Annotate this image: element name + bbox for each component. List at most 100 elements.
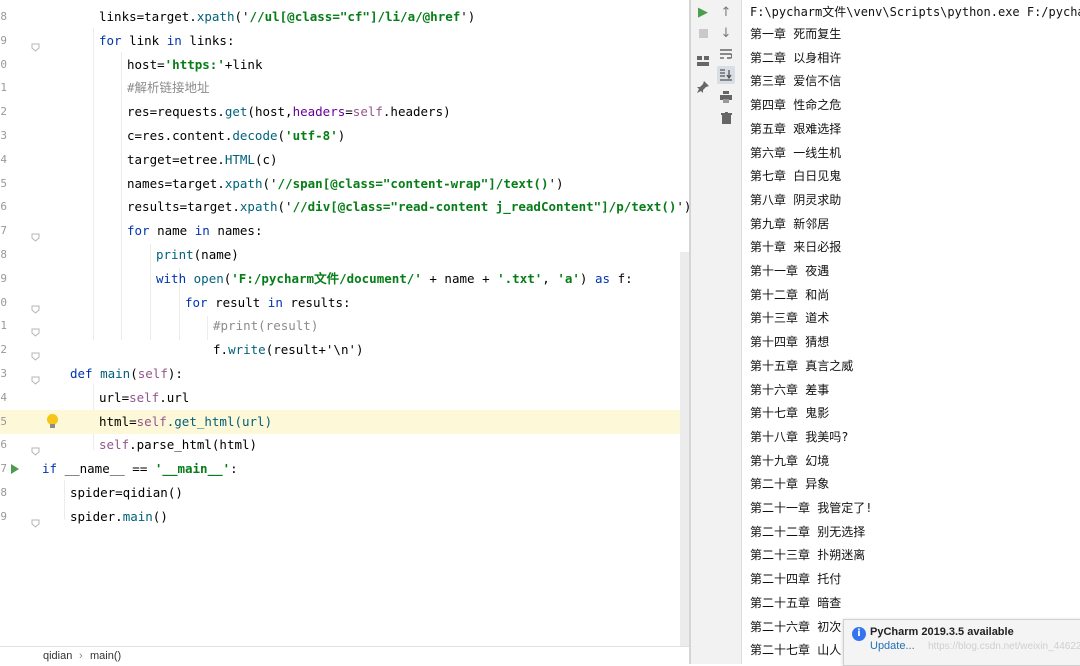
code-line[interactable]: 3 def main(self): xyxy=(0,362,689,386)
update-notification[interactable]: i PyCharm 2019.3.5 available Update... h… xyxy=(843,619,1080,666)
code-line[interactable]: 4 url=self.url xyxy=(0,386,689,410)
lightbulb-icon[interactable] xyxy=(47,413,58,429)
code-line[interactable]: 1 #解析链接地址 xyxy=(0,76,689,100)
code-line[interactable]: 3 c=res.content.decode('utf-8') xyxy=(0,124,689,148)
fold-marker-icon[interactable] xyxy=(31,36,40,52)
code-text[interactable]: for name in names: xyxy=(127,219,262,243)
code-text[interactable]: target=etree.HTML(c) xyxy=(127,148,278,172)
fold-marker-icon[interactable] xyxy=(31,298,40,314)
code-text[interactable]: names=target.xpath('//span[@class="conte… xyxy=(127,172,564,196)
run-console[interactable]: F:\pycharm文件\venv\Scripts\python.exe F:/… xyxy=(742,0,1080,664)
pin-icon[interactable] xyxy=(694,78,712,96)
code-token: for xyxy=(127,223,158,239)
editor-scrollbar[interactable] xyxy=(680,252,689,652)
code-text[interactable]: spider=qidian() xyxy=(70,481,183,505)
code-line[interactable]: 7 if __name__ == '__main__': xyxy=(0,457,689,481)
code-line[interactable]: 1 #print(result) xyxy=(0,314,689,338)
code-token: .url xyxy=(159,389,190,405)
code-line[interactable]: 2 f.write(result+'\n') xyxy=(0,338,689,362)
layout-icon[interactable] xyxy=(694,52,712,70)
code-token: xpath xyxy=(224,175,263,191)
fold-marker-icon[interactable] xyxy=(31,226,40,242)
code-text[interactable]: url=self.url xyxy=(99,386,189,410)
scroll-to-end-icon[interactable] xyxy=(717,66,735,84)
code-text[interactable]: def main(self): xyxy=(70,362,183,386)
code-text[interactable]: res=requests.get(host,headers=self.heade… xyxy=(127,100,451,124)
code-token: (' xyxy=(234,9,250,24)
line-number: 3 xyxy=(0,367,7,380)
info-icon: i xyxy=(852,627,866,641)
update-link[interactable]: Update... xyxy=(870,640,915,652)
code-text[interactable]: c=res.content.decode('utf-8') xyxy=(127,124,345,148)
console-output-line: 第二十五章 暗查 xyxy=(750,595,842,610)
fold-marker-icon[interactable] xyxy=(31,345,40,361)
fold-marker-icon[interactable] xyxy=(31,321,40,338)
code-text[interactable]: links=target.xpath('//ul[@class="cf"]/li… xyxy=(99,5,475,29)
code-line[interactable]: 5 names=target.xpath('//span[@class="cont… xyxy=(0,172,689,196)
soft-wrap-icon[interactable] xyxy=(717,45,735,63)
code-line[interactable]: 2 res=requests.get(host,headers=self.head… xyxy=(0,100,689,124)
code-token: self xyxy=(129,389,160,405)
code-line[interactable]: 6 results=target.xpath('//div[@class="rea… xyxy=(0,195,689,219)
trash-glyph xyxy=(720,112,732,124)
code-token: (c) xyxy=(254,151,278,167)
code-line[interactable]: 4 target=etree.HTML(c) xyxy=(0,148,689,172)
code-editor[interactable]: 8 links=target.xpath('//ul[@class="cf"]/l… xyxy=(0,0,689,664)
up-arrow-icon[interactable]: ↑ xyxy=(717,3,735,21)
down-arrow-icon[interactable]: ↓ xyxy=(717,24,735,42)
trash-icon[interactable] xyxy=(717,109,735,127)
line-number: 3 xyxy=(0,129,7,142)
code-text[interactable]: #print(result) xyxy=(213,314,318,338)
code-line[interactable]: 7 for name in names: xyxy=(0,219,689,243)
code-text[interactable]: with open('F:/pycharm文件/document/' + nam… xyxy=(156,267,633,291)
code-token: ') xyxy=(548,175,564,191)
code-text[interactable]: print(name) xyxy=(156,243,239,267)
code-token: self xyxy=(352,104,383,120)
run-icon[interactable]: ▶ xyxy=(694,3,712,21)
fold-marker-icon[interactable] xyxy=(31,440,40,457)
code-token: def xyxy=(70,366,101,381)
line-number: 4 xyxy=(0,390,7,404)
code-text[interactable]: #解析链接地址 xyxy=(127,76,210,100)
code-text[interactable]: for link in links: xyxy=(99,29,234,53)
code-token: (' xyxy=(277,199,293,215)
fold-marker-icon[interactable] xyxy=(31,512,40,528)
code-token: HTML xyxy=(224,151,255,167)
code-line[interactable]: 8 links=target.xpath('//ul[@class="cf"]/l… xyxy=(0,5,689,29)
code-token: if xyxy=(42,461,65,477)
code-line[interactable]: 0 for result in results: xyxy=(0,291,689,315)
run-gutter-icon[interactable] xyxy=(11,464,19,475)
code-line[interactable]: 8 print(name) xyxy=(0,243,689,267)
line-number: 6 xyxy=(0,200,7,214)
console-output-line: 第二章 以身相许 xyxy=(750,50,842,65)
code-line[interactable]: 8 spider=qidian() xyxy=(0,481,689,505)
code-token: ): xyxy=(167,366,183,381)
code-line[interactable]: 9 with open('F:/pycharm文件/document/' + na… xyxy=(0,267,689,291)
code-text[interactable]: self.parse_html(html) xyxy=(99,433,257,457)
code-text[interactable]: spider.main() xyxy=(70,505,168,529)
code-line[interactable]: 0 host='https:'+link xyxy=(0,53,689,77)
code-line[interactable]: 9 for link in links: xyxy=(0,29,689,53)
console-command-line: F:\pycharm文件\venv\Scripts\python.exe F:/… xyxy=(750,5,1080,19)
stop-icon[interactable] xyxy=(694,24,712,42)
breadcrumb-method[interactable]: main() xyxy=(90,650,121,662)
code-token: name xyxy=(157,223,195,239)
code-token: #解析链接地址 xyxy=(127,80,210,96)
print-icon[interactable] xyxy=(717,88,735,106)
code-text[interactable]: f.write(result+'\n') xyxy=(213,338,364,362)
code-text[interactable]: results=target.xpath('//div[@class="read… xyxy=(127,195,689,219)
code-text[interactable]: for result in results: xyxy=(185,291,351,315)
code-token: xpath xyxy=(196,9,235,24)
code-text[interactable]: html=self.get_html(url) xyxy=(99,410,272,434)
code-line[interactable]: 6 self.parse_html(html) xyxy=(0,433,689,457)
fold-marker-icon[interactable] xyxy=(31,369,40,385)
code-token: 'https:' xyxy=(164,56,225,72)
code-line[interactable]: 5 html=self.get_html(url) xyxy=(0,409,689,434)
code-token: : xyxy=(230,461,238,477)
code-text[interactable]: host='https:'+link xyxy=(127,53,263,77)
code-line[interactable]: 9 spider.main() xyxy=(0,505,689,529)
code-text[interactable]: if __name__ == '__main__': xyxy=(42,457,238,481)
console-output-line: 第十四章 猜想 xyxy=(750,335,830,350)
code-token: (name) xyxy=(193,247,239,262)
breadcrumb-class[interactable]: qidian xyxy=(43,650,72,662)
